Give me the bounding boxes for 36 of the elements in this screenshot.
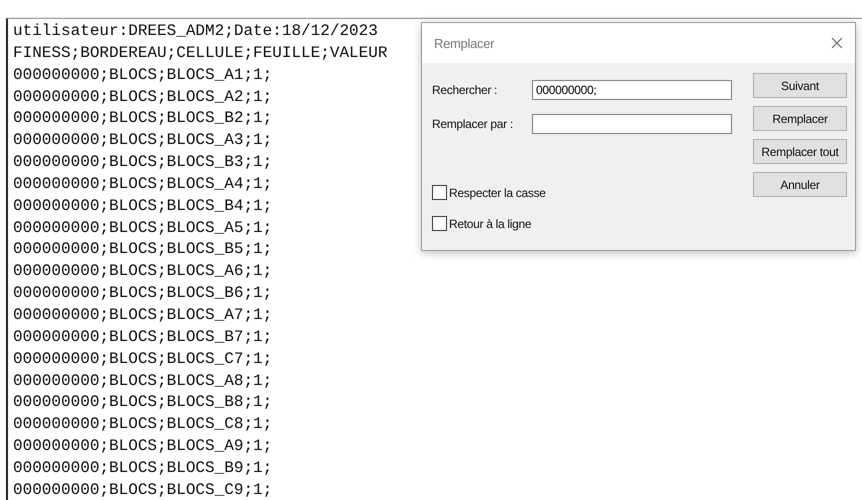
text-line: 000000000;BLOCS;BLOCS_A5;1; — [13, 218, 272, 239]
text-line: 000000000;BLOCS;BLOCS_A7;1; — [13, 304, 272, 326]
dialog-button[interactable]: Annuler — [753, 172, 847, 197]
checkbox-label: Respecter la casse — [449, 186, 546, 200]
field-label: Rechercher : — [432, 83, 498, 97]
dialog-title: Remplacer — [434, 36, 494, 50]
text-line: 000000000;BLOCS;BLOCS_C9;1; — [13, 480, 272, 500]
text-line: 000000000;BLOCS;BLOCS_B7;1; — [13, 326, 272, 348]
dialog-button[interactable]: Suivant — [753, 73, 847, 98]
text-line: 000000000;BLOCS;BLOCS_A1;1; — [13, 64, 272, 86]
text-line: FINESS;BORDEREAU;CELLULE;FEUILLE;VALEUR — [13, 42, 388, 64]
input-field[interactable]: 000000000; — [532, 80, 732, 100]
input-field[interactable] — [532, 114, 732, 134]
checkbox[interactable] — [432, 216, 447, 231]
text-line: 000000000;BLOCS;BLOCS_B3;1; — [13, 152, 272, 174]
text-line: 000000000;BLOCS;BLOCS_B8;1; — [13, 392, 272, 414]
text-line: 000000000;BLOCS;BLOCS_A3;1; — [13, 130, 272, 152]
text-line: 000000000;BLOCS;BLOCS_C8;1; — [13, 414, 272, 436]
text-line: 000000000;BLOCS;BLOCS_A2;1; — [13, 86, 272, 108]
text-line: 000000000;BLOCS;BLOCS_B6;1; — [13, 283, 272, 304]
close-icon[interactable] — [831, 37, 843, 49]
text-line: 000000000;BLOCS;BLOCS_B4;1; — [13, 196, 272, 217]
text-line: 000000000;BLOCS;BLOCS_B9;1; — [13, 458, 272, 479]
dialog-button[interactable]: Remplacer tout — [753, 139, 847, 164]
text-line: 000000000;BLOCS;BLOCS_A9;1; — [13, 436, 272, 458]
checkbox[interactable] — [432, 185, 447, 200]
text-line: 000000000;BLOCS;BLOCS_A6;1; — [13, 261, 272, 282]
dialog-button[interactable]: Remplacer — [753, 106, 847, 131]
text-line: 000000000;BLOCS;BLOCS_C7;1; — [13, 348, 272, 370]
text-line: 000000000;BLOCS;BLOCS_B2;1; — [13, 108, 272, 130]
field-label: Remplacer par : — [432, 117, 514, 131]
checkbox-label: Retour à la ligne — [449, 216, 532, 230]
text-line: utilisateur:DREES_ADM2;Date:18/12/2023 — [13, 21, 378, 42]
text-line: 000000000;BLOCS;BLOCS_A4;1; — [13, 174, 272, 195]
text-line: 000000000;BLOCS;BLOCS_B5;1; — [13, 239, 272, 260]
text-line: 000000000;BLOCS;BLOCS_A8;1; — [13, 370, 272, 392]
